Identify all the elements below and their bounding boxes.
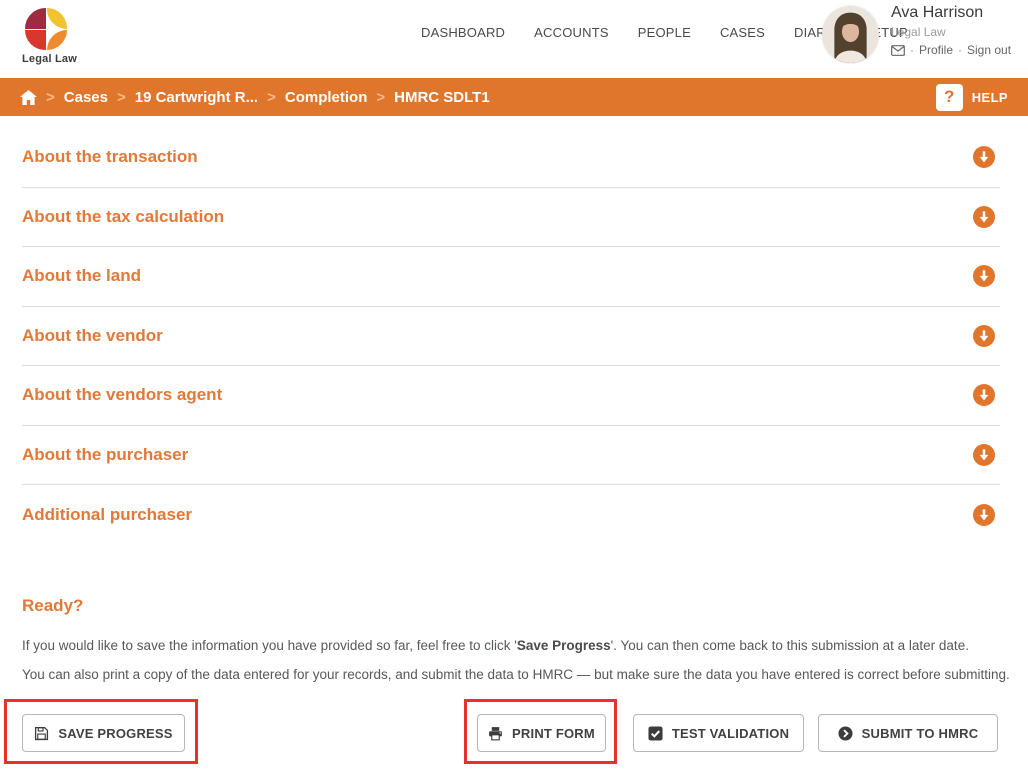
header: Legal Law DASHBOARD ACCOUNTS PEOPLE CASE… xyxy=(0,0,1028,78)
user-links: · Profile · Sign out xyxy=(891,43,1011,57)
breadcrumb-completion[interactable]: Completion xyxy=(285,89,368,106)
accordion-row-tax-calculation[interactable]: About the tax calculation xyxy=(22,188,1000,248)
arrow-circle-down-icon[interactable] xyxy=(973,504,995,526)
test-validation-button[interactable]: TEST VALIDATION xyxy=(633,714,804,752)
accordion-row-vendor[interactable]: About the vendor xyxy=(22,307,1000,367)
user-info: Ava Harrison Legal Law · Profile · Sign … xyxy=(891,3,1011,57)
accordion-list: About the transaction About the tax calc… xyxy=(22,128,1000,545)
logo-flower-icon xyxy=(25,8,67,50)
floppy-disk-icon xyxy=(34,726,49,741)
accordion-title: Additional purchaser xyxy=(22,505,192,525)
arrow-circle-down-icon[interactable] xyxy=(973,444,995,466)
breadcrumb-bar: > Cases > 19 Cartwright R... > Completio… xyxy=(0,78,1028,116)
help-label: HELP xyxy=(972,90,1008,105)
question-mark-icon: ? xyxy=(936,84,963,111)
arrow-circle-down-icon[interactable] xyxy=(973,384,995,406)
avatar[interactable] xyxy=(822,6,879,63)
arrow-circle-down-icon[interactable] xyxy=(973,146,995,168)
user-org: Legal Law xyxy=(891,25,1011,39)
profile-link[interactable]: Profile xyxy=(919,43,953,57)
help-button[interactable]: ? HELP xyxy=(936,84,1008,111)
accordion-row-vendors-agent[interactable]: About the vendors agent xyxy=(22,366,1000,426)
user-name: Ava Harrison xyxy=(891,3,1011,23)
brand-name: Legal Law xyxy=(22,53,70,65)
save-progress-button[interactable]: SAVE PROGRESS xyxy=(22,714,185,752)
nav-item-dashboard[interactable]: DASHBOARD xyxy=(421,25,505,40)
nav-item-people[interactable]: PEOPLE xyxy=(638,25,691,40)
arrow-circle-down-icon[interactable] xyxy=(973,325,995,347)
nav-item-cases[interactable]: CASES xyxy=(720,25,765,40)
button-label: PRINT FORM xyxy=(512,726,595,741)
check-square-icon xyxy=(648,726,663,741)
breadcrumb-cases[interactable]: Cases xyxy=(64,89,108,106)
accordion-row-additional-purchaser[interactable]: Additional purchaser xyxy=(22,485,1000,545)
accordion-row-land[interactable]: About the land xyxy=(22,247,1000,307)
accordion-row-purchaser[interactable]: About the purchaser xyxy=(22,426,1000,486)
breadcrumb-separator: > xyxy=(117,89,126,106)
save-info-paragraph: If you would like to save the informatio… xyxy=(22,637,1012,655)
signout-link[interactable]: Sign out xyxy=(967,43,1011,57)
print-form-button[interactable]: PRINT FORM xyxy=(477,714,606,752)
arrow-circle-right-icon xyxy=(838,726,853,741)
ready-heading: Ready? xyxy=(22,596,83,616)
breadcrumb-separator: > xyxy=(267,89,276,106)
breadcrumb-case[interactable]: 19 Cartwright R... xyxy=(135,89,258,106)
printer-icon xyxy=(488,726,503,741)
page: Legal Law DASHBOARD ACCOUNTS PEOPLE CASE… xyxy=(0,0,1028,774)
breadcrumb-current: HMRC SDLT1 xyxy=(394,89,490,106)
submit-to-hmrc-button[interactable]: SUBMIT TO HMRC xyxy=(818,714,998,752)
button-label: TEST VALIDATION xyxy=(672,726,789,741)
print-submit-paragraph: You can also print a copy of the data en… xyxy=(22,666,1012,684)
accordion-title: About the land xyxy=(22,266,141,286)
arrow-circle-down-icon[interactable] xyxy=(973,265,995,287)
brand-logo[interactable]: Legal Law xyxy=(22,8,70,65)
accordion-row-transaction[interactable]: About the transaction xyxy=(22,128,1000,188)
accordion-title: About the purchaser xyxy=(22,445,188,465)
home-icon[interactable] xyxy=(20,90,37,105)
accordion-title: About the transaction xyxy=(22,147,198,167)
nav-item-accounts[interactable]: ACCOUNTS xyxy=(534,25,609,40)
accordion-title: About the tax calculation xyxy=(22,207,224,227)
button-label: SAVE PROGRESS xyxy=(58,726,172,741)
avatar-photo xyxy=(822,6,879,63)
accordion-title: About the vendors agent xyxy=(22,385,222,405)
accordion-title: About the vendor xyxy=(22,326,163,346)
arrow-circle-down-icon[interactable] xyxy=(973,206,995,228)
save-progress-emphasis: Save Progress xyxy=(517,638,611,653)
button-label: SUBMIT TO HMRC xyxy=(862,726,979,741)
breadcrumb: > Cases > 19 Cartwright R... > Completio… xyxy=(20,89,490,106)
envelope-icon[interactable] xyxy=(891,45,905,56)
breadcrumb-separator: > xyxy=(46,89,55,106)
breadcrumb-separator: > xyxy=(376,89,385,106)
